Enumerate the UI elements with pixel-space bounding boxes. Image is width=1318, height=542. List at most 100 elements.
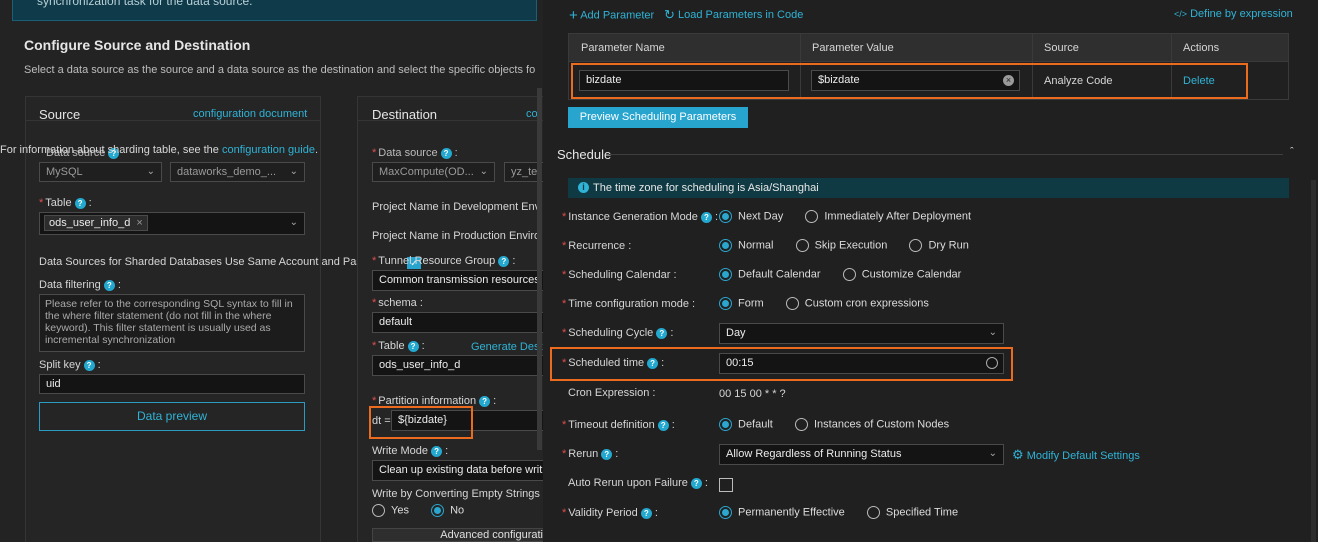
divider [26,120,320,121]
modify-default-settings-link[interactable]: ⚙ Modify Default Settings [1012,447,1140,463]
time-config-radios: Form Custom cron expressions [719,297,929,310]
chevron-down-icon: ⌄ [988,448,997,459]
radio-yes[interactable] [372,504,385,517]
schema-label: * schema : [372,297,423,309]
radio-skip[interactable] [795,239,809,252]
col-header-source: Source [1044,42,1079,54]
help-icon[interactable]: ? [640,507,652,519]
data-filtering-textarea[interactable]: Please refer to the corresponding SQL sy… [39,294,305,352]
configuration-guide-link[interactable]: configuration guide [222,144,315,156]
radio-dry-run-label: Dry Run [928,239,969,252]
data-filtering-label: Data filtering? : [39,279,121,291]
help-icon[interactable]: ? [103,279,115,291]
help-icon[interactable]: ? [498,255,510,267]
modify-default-settings-label: Modify Default Settings [1026,450,1140,462]
help-icon[interactable]: ? [83,359,95,371]
help-icon[interactable]: ? [690,477,702,489]
project-prod-label: Project Name in Production Enviro [372,230,541,242]
tunnel-select[interactable]: Common transmission resources [372,270,543,291]
rerun-value: Allow Regardless of Running Status [726,448,902,460]
dest-type-select[interactable]: MaxCompute(OD... ⌄ [372,162,495,182]
radio-dry-run[interactable] [909,239,923,252]
help-icon[interactable]: ? [656,327,668,339]
chevron-down-icon: ⌄ [146,166,155,177]
radio-form[interactable] [719,297,732,310]
dest-table-select[interactable]: ods_user_info_d [372,355,543,376]
empty-strings-radio-group: Yes No [372,504,464,517]
recurrence-radios: Normal Skip Execution Dry Run [719,239,969,252]
radio-cron[interactable] [785,297,799,310]
data-preview-button[interactable]: Data preview [39,402,305,431]
calendar-label: * Scheduling Calendar : [562,269,677,281]
write-mode-select[interactable]: Clean up existing data before writ [372,460,543,481]
preview-scheduling-params-button[interactable]: Preview Scheduling Parameters [568,107,748,128]
radio-custom-calendar[interactable] [842,268,856,281]
write-mode-label: Write Mode? : [372,445,449,457]
radio-yes-label: Yes [391,504,409,517]
radio-specified-time[interactable] [866,506,880,519]
radio-normal[interactable] [719,239,732,252]
refresh-icon: ↻ [664,7,675,22]
help-icon[interactable]: ? [407,340,419,352]
info-icon: i [578,182,589,193]
radio-next-day[interactable] [719,210,732,223]
load-params-label: Load Parameters in Code [677,8,804,21]
source-name-select[interactable]: dataworks_demo_... ⌄ [170,162,305,182]
radio-default-calendar-label: Default Calendar [738,268,821,281]
advanced-config-button[interactable]: Advanced configurati [372,528,543,542]
cron-label: Cron Expression : [568,387,656,399]
left-pane: synchronization task for the data source… [0,0,547,542]
split-key-label: Split key? : [39,359,101,371]
radio-immediately-label: Immediately After Deployment [824,210,972,223]
add-parameter-label: Add Parameter [580,9,655,22]
generate-dest-link[interactable]: Generate Dest [471,341,543,353]
radio-timeout-custom[interactable] [794,418,808,431]
radio-timeout-default-label: Default [738,418,773,431]
radio-timeout-default[interactable] [719,418,732,431]
table-header [569,34,1288,61]
load-params-button[interactable]: ↻ Load Parameters in Code [664,7,803,23]
tunnel-label: * Tunnel Resource Group? : [372,255,516,267]
info-banner: synchronization task for the data source… [12,0,537,21]
source-table-label: * Table? : [39,197,92,209]
dest-table-label: * Table? : [372,340,425,352]
define-expression-button[interactable]: </> Define by expression [1174,8,1293,20]
left-scrollbar[interactable] [537,88,542,450]
schema-select[interactable]: default [372,312,543,333]
radio-normal-label: Normal [738,239,774,252]
define-expression-label: Define by expression [1190,8,1293,20]
add-parameter-button[interactable]: + Add Parameter [569,7,654,24]
help-icon[interactable]: ? [431,445,443,457]
source-config-doc-link[interactable]: configuration document [193,108,307,120]
radio-no-label: No [450,504,465,517]
auto-rerun-checkbox[interactable] [719,478,733,492]
radio-timeout-custom-label: Instances of Custom Nodes [813,418,950,431]
help-icon[interactable]: ? [601,448,613,460]
help-icon[interactable]: ? [440,147,452,159]
radio-no[interactable] [431,504,445,517]
help-icon[interactable]: ? [657,419,669,431]
radio-default-calendar[interactable] [719,268,732,281]
right-scrollbar[interactable] [1311,180,1316,542]
help-icon[interactable]: ? [74,197,86,209]
help-icon[interactable]: ? [479,395,491,407]
divider [609,154,1283,155]
radio-permanent[interactable] [719,506,732,519]
radio-custom-calendar-label: Customize Calendar [861,268,962,281]
source-type-select[interactable]: MySQL ⌄ [39,162,162,182]
rerun-select[interactable]: Allow Regardless of Running Status ⌄ [719,444,1004,465]
destination-config-doc-link[interactable]: co [526,108,538,120]
calendar-radios: Default Calendar Customize Calendar [719,268,961,281]
radio-immediately[interactable] [805,210,819,223]
divider [358,120,543,121]
remove-tag-icon[interactable]: × [136,217,142,229]
cycle-select[interactable]: Day ⌄ [719,323,1004,344]
help-icon[interactable]: ? [700,211,712,223]
split-key-input[interactable]: uid [39,374,305,394]
project-dev-label: Project Name in Development Envir [372,201,547,213]
collapse-icon[interactable]: ˆ [1290,146,1294,158]
source-table-select[interactable]: ods_user_info_d × ⌄ [39,212,305,235]
instance-gen-radios: Next Day Immediately After Deployment [719,210,971,223]
radio-form-label: Form [738,297,764,310]
sched-time-highlight [550,347,1013,381]
